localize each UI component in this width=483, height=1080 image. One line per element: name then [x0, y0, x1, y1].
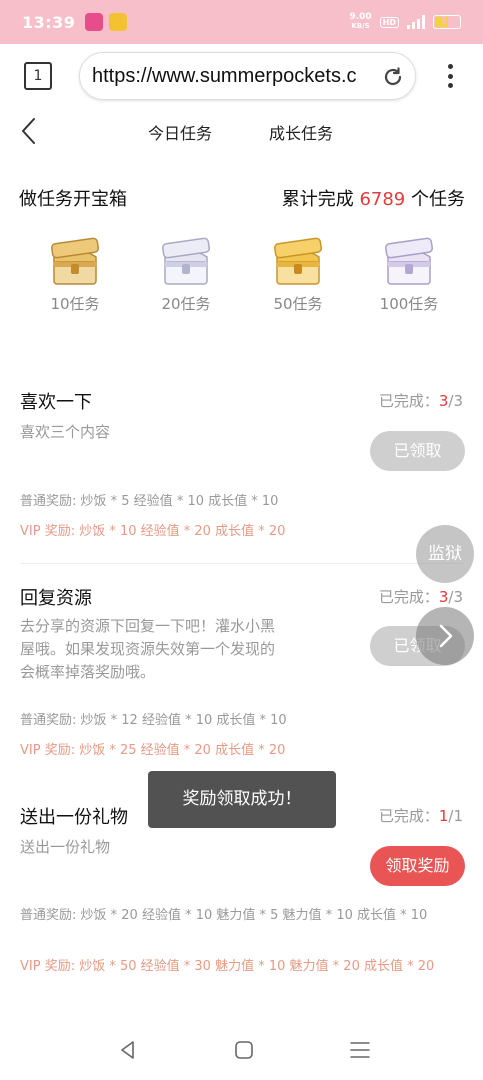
vip-rewards: VIP 奖励: 炒饭 * 50 经验值 * 30 魅力值 * 10 魅力值 * … — [20, 959, 435, 974]
task-progress: 已完成：3/3 — [378, 392, 463, 410]
task-description: 去分享的资源下回复一下吧！灌水小黑屋哦。如果发现资源失效第一个发现的会概率掉落奖… — [20, 617, 276, 681]
chest-20[interactable]: 20任务 — [136, 235, 236, 314]
claimed-button[interactable]: 已领取 — [370, 431, 465, 471]
treasure-chest-gold-icon — [51, 237, 99, 285]
page-nav: 今日任务 成长任务 — [0, 108, 483, 154]
normal-rewards: 普通奖励: 炒饭 * 12 经验值 * 10 成长值 * 10 — [20, 713, 287, 728]
nav-back-icon[interactable] — [116, 1038, 140, 1062]
chest-section-title: 做任务开宝箱 — [19, 189, 127, 210]
nav-recent-apps-icon[interactable] — [348, 1038, 372, 1062]
address-bar[interactable]: https://www.summerpockets.c — [79, 52, 416, 100]
treasure-chest-purple-icon — [385, 237, 433, 285]
status-time: 13:39 — [22, 12, 76, 32]
total-completed-count: 6789 — [359, 189, 406, 210]
treasure-chest-gold-icon — [274, 237, 322, 285]
chest-50[interactable]: 50任务 — [248, 235, 348, 314]
task-progress: 已完成：3/3 — [378, 588, 463, 606]
url-text[interactable]: https://www.summerpockets.c — [92, 65, 382, 88]
tab-daily-tasks[interactable]: 今日任务 — [148, 120, 212, 144]
chevron-right-icon — [439, 624, 453, 648]
hd-icon: HD — [379, 16, 399, 28]
signal-icon — [407, 15, 425, 29]
chest-100[interactable]: 100任务 — [359, 235, 459, 314]
task-description: 送出一份礼物 — [20, 838, 111, 856]
task-title: 喜欢一下 — [20, 392, 92, 413]
task-title: 送出一份礼物 — [20, 807, 128, 828]
app-notification-icon — [85, 13, 104, 31]
toast-message: 奖励领取成功！ — [148, 771, 336, 828]
normal-rewards: 普通奖励: 炒饭 * 20 经验值 * 10 魅力值 * 5 魅力值 * 10 … — [20, 908, 428, 923]
prison-float-button[interactable]: 监狱 — [416, 525, 474, 583]
network-speed: 9.00 KB/S — [349, 12, 372, 31]
normal-rewards: 普通奖励: 炒饭 * 5 经验值 * 10 成长值 * 10 — [20, 494, 279, 509]
task-description: 喜欢三个内容 — [20, 423, 111, 441]
chest-label: 50任务 — [273, 295, 323, 313]
system-nav-bar — [0, 1020, 483, 1080]
chest-10[interactable]: 10任务 — [25, 235, 125, 314]
nav-home-icon[interactable] — [232, 1038, 256, 1062]
more-menu-icon[interactable] — [440, 62, 460, 90]
status-bar: 13:39 9.00 KB/S HD 55 — [0, 0, 483, 44]
app-notification-icon-2 — [109, 13, 128, 31]
task-title: 回复资源 — [20, 588, 92, 609]
tab-growth-tasks[interactable]: 成长任务 — [269, 120, 333, 144]
task-progress: 已完成：1/1 — [378, 807, 463, 825]
chest-label: 10任务 — [50, 295, 100, 313]
vip-rewards: VIP 奖励: 炒饭 * 10 经验值 * 20 成长值 * 20 — [20, 524, 286, 539]
reload-icon[interactable] — [381, 65, 405, 89]
next-float-button[interactable] — [416, 607, 474, 665]
treasure-chest-silver-icon — [162, 237, 210, 285]
divider — [20, 563, 463, 564]
chest-row: 10任务 20任务 50任务 100任务 — [0, 235, 483, 325]
vip-rewards: VIP 奖励: 炒饭 * 25 经验值 * 20 成长值 * 20 — [20, 743, 286, 758]
total-completed: 累计完成 6789 个任务 — [281, 189, 465, 210]
chest-label: 20任务 — [161, 295, 211, 313]
chest-label: 100任务 — [379, 295, 439, 313]
tab-count-button[interactable]: 1 — [24, 62, 52, 90]
claim-reward-button[interactable]: 领取奖励 — [370, 846, 465, 886]
back-arrow-icon[interactable] — [18, 116, 40, 146]
battery-icon: 55 — [433, 15, 461, 29]
browser-toolbar: 1 https://www.summerpockets.c — [0, 44, 483, 108]
